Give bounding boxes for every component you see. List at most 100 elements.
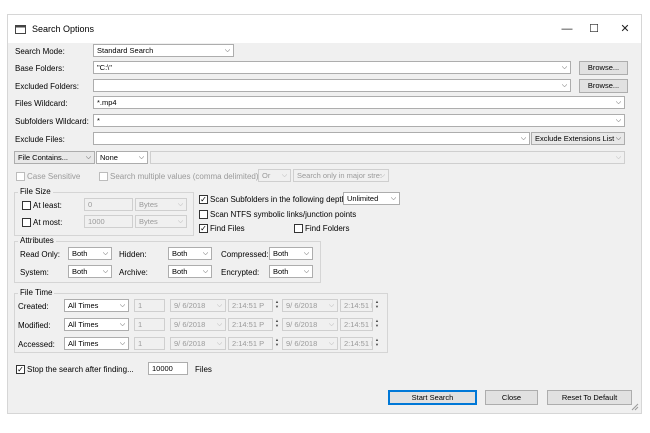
modified-date-from[interactable]: 9/ 6/2018 ⌵ (170, 318, 226, 331)
modified-count-value: 1 (138, 320, 143, 329)
search-multiple-checkbox[interactable] (99, 172, 108, 181)
search-mode-select[interactable]: Standard Search ⌵ (93, 44, 234, 57)
accessed-time-to-value: 2:14:51 P (344, 339, 373, 348)
chevron-down-icon: ⌵ (85, 154, 92, 161)
chevron-down-icon: ⌵ (303, 250, 310, 257)
scan-ntfs-checkbox[interactable] (199, 210, 208, 219)
spinner-icon[interactable]: ▲ ▼ (374, 318, 380, 328)
created-date-to[interactable]: 9/ 6/2018 ⌵ (282, 299, 338, 312)
accessed-time-to[interactable]: 2:14:51 P (340, 337, 373, 350)
chevron-down-icon: ⌵ (216, 302, 223, 309)
files-wildcard-value: *.mp4 (97, 98, 117, 107)
reset-to-default-button[interactable]: Reset To Default (547, 390, 632, 405)
exclude-extensions-list-select[interactable]: Exclude Extensions List ⌵ (531, 132, 625, 145)
at-most-checkbox[interactable] (22, 218, 31, 227)
chevron-down-icon: ⌵ (328, 340, 335, 347)
file-contains-type-select[interactable]: None ⌵ (96, 151, 148, 164)
hidden-value: Both (172, 249, 188, 258)
chevron-down-icon: ⌵ (177, 218, 184, 225)
base-folders-browse-button[interactable]: Browse... (579, 61, 628, 75)
modified-date-to[interactable]: 9/ 6/2018 ⌵ (282, 318, 338, 331)
accessed-count-value: 1 (138, 339, 143, 348)
created-date-from[interactable]: 9/ 6/2018 ⌵ (170, 299, 226, 312)
archive-select[interactable]: Both ⌵ (168, 265, 212, 278)
accessed-mode-select[interactable]: All Times ⌵ (64, 337, 129, 350)
excluded-folders-label: Excluded Folders: (15, 82, 80, 91)
search-stream-value: Search only in major stre: (297, 171, 383, 180)
accessed-count-input[interactable]: 1 (134, 337, 165, 350)
file-contains-input[interactable]: ⌵ (150, 151, 625, 164)
created-label: Created: (18, 302, 49, 311)
stop-search-count-input[interactable]: 10000 (148, 362, 188, 375)
scan-subfolders-checkbox[interactable]: ✓ (199, 195, 208, 204)
created-time-from[interactable]: 2:14:51 P (228, 299, 273, 312)
start-search-button[interactable]: Start Search (388, 390, 477, 405)
maximize-button[interactable]: ☐ (583, 21, 605, 37)
chevron-down-icon: ⌵ (561, 64, 568, 71)
excluded-folders-browse-button[interactable]: Browse... (579, 79, 628, 93)
chevron-down-icon: ⌵ (202, 268, 209, 275)
chevron-down-icon: ⌵ (328, 302, 335, 309)
chevron-down-icon: ⌵ (202, 250, 209, 257)
file-contains-select[interactable]: File Contains... ⌵ (14, 151, 95, 164)
at-most-unit: Bytes (139, 217, 158, 226)
resize-grip-icon[interactable] (629, 401, 639, 411)
case-sensitive-checkbox[interactable] (16, 172, 25, 181)
spinner-icon[interactable]: ▲ ▼ (274, 299, 280, 309)
close-window-button[interactable]: ✕ (614, 21, 636, 37)
file-contains-type: None (100, 153, 118, 162)
spinner-icon[interactable]: ▲ ▼ (374, 299, 380, 309)
compressed-label: Compressed: (221, 250, 269, 259)
excluded-folders-input[interactable]: ⌵ (93, 79, 571, 92)
at-least-checkbox[interactable] (22, 201, 31, 210)
files-wildcard-input[interactable]: *.mp4 ⌵ (93, 96, 625, 109)
close-button[interactable]: Close (485, 390, 538, 405)
search-mode-label: Search Mode: (15, 47, 65, 56)
chevron-down-icon: ⌵ (216, 340, 223, 347)
title-bar[interactable]: Search Options — ☐ ✕ (8, 15, 641, 43)
read-only-select[interactable]: Both ⌵ (68, 247, 112, 260)
chevron-down-icon: ⌵ (390, 195, 397, 202)
created-time-to[interactable]: 2:14:51 P (340, 299, 373, 312)
exclude-files-input[interactable]: ⌵ (93, 132, 530, 145)
modified-date-to-value: 9/ 6/2018 (286, 320, 318, 329)
operator-select[interactable]: Or ⌵ (258, 169, 291, 182)
compressed-select[interactable]: Both ⌵ (269, 247, 313, 260)
created-time-from-value: 2:14:51 P (232, 301, 265, 310)
at-least-unit-select[interactable]: Bytes ⌵ (135, 198, 187, 211)
created-mode-select[interactable]: All Times ⌵ (64, 299, 129, 312)
base-folders-input[interactable]: "C:\" ⌵ (93, 61, 571, 74)
chevron-down-icon: ⌵ (119, 302, 126, 309)
subfolder-depth-select[interactable]: Unlimited ⌵ (343, 192, 400, 205)
modified-time-to[interactable]: 2:14:51 P (340, 318, 373, 331)
base-folders-value: "C:\" (97, 63, 112, 72)
hidden-select[interactable]: Both ⌵ (168, 247, 212, 260)
encrypted-select[interactable]: Both ⌵ (269, 265, 313, 278)
spinner-icon[interactable]: ▲ ▼ (274, 318, 280, 328)
at-most-unit-select[interactable]: Bytes ⌵ (135, 215, 187, 228)
chevron-down-icon: ⌵ (102, 268, 109, 275)
modified-mode-select[interactable]: All Times ⌵ (64, 318, 129, 331)
search-stream-select[interactable]: Search only in major stre: ⌵ (293, 169, 389, 182)
at-least-input[interactable]: 0 (84, 198, 133, 211)
subfolders-wildcard-input[interactable]: * ⌵ (93, 114, 625, 127)
stop-search-checkbox[interactable]: ✓ (16, 365, 25, 374)
chevron-down-icon: ⌵ (281, 172, 288, 179)
accessed-date-to[interactable]: 9/ 6/2018 ⌵ (282, 337, 338, 350)
exclude-extensions-list-label: Exclude Extensions List (535, 134, 615, 143)
accessed-time-from[interactable]: 2:14:51 P (228, 337, 273, 350)
created-count-value: 1 (138, 301, 143, 310)
stop-search-suffix: Files (195, 365, 212, 374)
spinner-icon[interactable]: ▲ ▼ (274, 337, 280, 347)
accessed-date-from[interactable]: 9/ 6/2018 ⌵ (170, 337, 226, 350)
find-files-checkbox[interactable]: ✓ (199, 224, 208, 233)
system-select[interactable]: Both ⌵ (68, 265, 112, 278)
modified-time-from[interactable]: 2:14:51 P (228, 318, 273, 331)
minimize-button[interactable]: — (556, 21, 578, 37)
find-folders-checkbox[interactable] (294, 224, 303, 233)
modified-count-input[interactable]: 1 (134, 318, 165, 331)
spinner-icon[interactable]: ▲ ▼ (374, 337, 380, 347)
modified-label: Modified: (18, 321, 51, 330)
created-count-input[interactable]: 1 (134, 299, 165, 312)
at-most-input[interactable]: 1000 (84, 215, 133, 228)
